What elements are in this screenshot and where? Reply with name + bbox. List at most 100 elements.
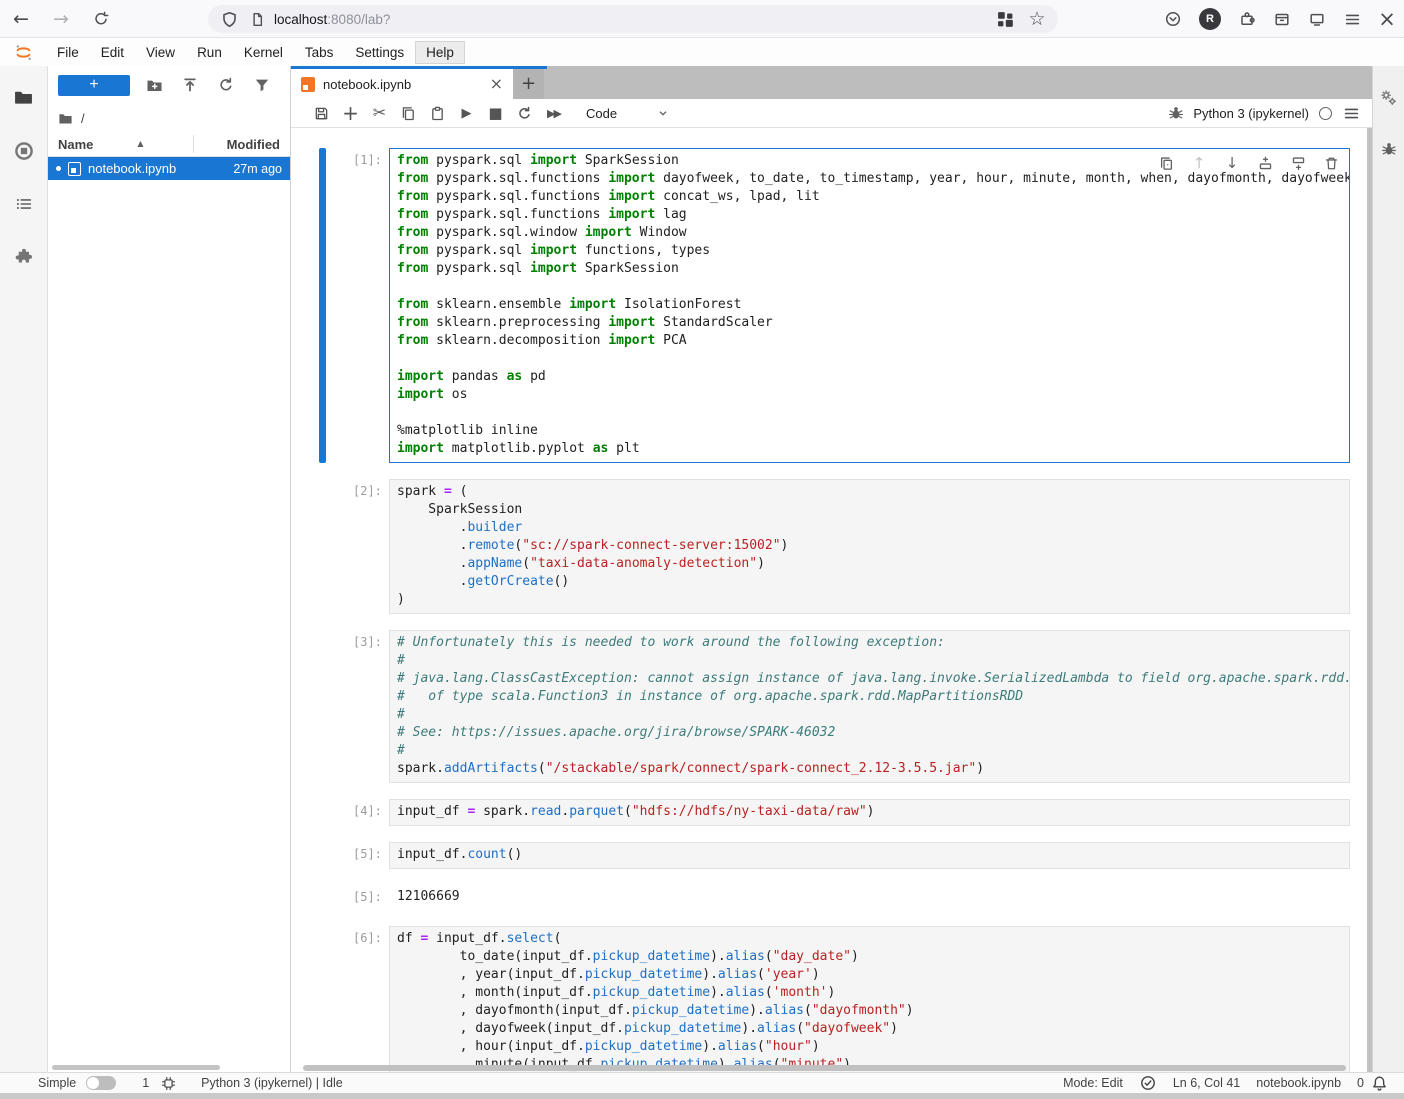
chevron-down-icon	[656, 106, 670, 120]
cell-collapser[interactable]	[319, 630, 326, 783]
cell-editor[interactable]: df = input_df.select( to_date(input_df.p…	[389, 926, 1350, 1072]
menu-item-run[interactable]: Run	[186, 41, 233, 64]
cursor-position[interactable]: Ln 6, Col 41	[1173, 1076, 1240, 1090]
cell-editor[interactable]: spark = ( SparkSession .builder .remote(…	[389, 479, 1350, 614]
refresh-icon[interactable]	[217, 76, 235, 94]
reload-icon[interactable]	[92, 10, 110, 28]
file-row[interactable]: notebook.ipynb 27m ago	[48, 157, 290, 180]
extensions-icon[interactable]	[1238, 10, 1256, 28]
output-prompt: [5]:	[334, 885, 389, 910]
devices-icon[interactable]	[1308, 10, 1326, 28]
menu-item-tabs[interactable]: Tabs	[294, 41, 345, 64]
pocket-icon[interactable]	[1164, 10, 1182, 28]
menu-item-view[interactable]: View	[135, 41, 186, 64]
menu-item-file[interactable]: File	[46, 41, 90, 64]
cell-collapser[interactable]	[319, 842, 326, 869]
file-browser-hscrollbar[interactable]	[52, 1065, 220, 1070]
menu-item-settings[interactable]: Settings	[344, 41, 415, 64]
toolbar-menu-icon[interactable]	[1342, 104, 1360, 122]
kernel-status-text[interactable]: Python 3 (ipykernel) | Idle	[201, 1076, 343, 1090]
downloads-icon[interactable]	[1273, 10, 1291, 28]
close-icon[interactable]: ×	[1378, 9, 1396, 30]
new-folder-icon[interactable]	[145, 76, 163, 94]
cell-delete-icon[interactable]	[1322, 154, 1340, 172]
horizontal-scrollbar[interactable]	[303, 1065, 1346, 1071]
add-cell-icon[interactable]: +	[336, 103, 365, 123]
back-icon[interactable]: ←	[12, 10, 30, 29]
cell-collapser[interactable]	[319, 885, 326, 910]
simple-mode-toggle[interactable]	[86, 1076, 116, 1090]
cell-duplicate-icon[interactable]	[1157, 154, 1175, 172]
code-line: # of type scala.Function3 in instance of…	[397, 688, 1349, 706]
breadcrumb[interactable]: /	[48, 104, 290, 132]
code-line: import os	[397, 386, 1349, 404]
running-icon[interactable]	[14, 141, 34, 161]
bell-icon[interactable]	[1370, 1074, 1388, 1092]
save-icon[interactable]	[307, 103, 336, 123]
url-bar[interactable]: localhost:8080/lab? ☆	[208, 5, 1058, 33]
column-name[interactable]: Name	[58, 137, 93, 152]
page-icon[interactable]	[248, 10, 266, 28]
code-line: from sklearn.decomposition import PCA	[397, 332, 1349, 350]
cell-editor[interactable]: from pyspark.sql import SparkSessionfrom…	[389, 148, 1350, 463]
filter-icon[interactable]	[253, 76, 271, 94]
mode-indicator[interactable]: Mode: Edit	[1063, 1076, 1123, 1090]
cell-insert-below-icon[interactable]	[1289, 154, 1307, 172]
jupyter-logo-icon	[14, 43, 33, 62]
cell-editor[interactable]: input_df.count()	[389, 842, 1350, 869]
upload-icon[interactable]	[181, 76, 199, 94]
folder-icon	[58, 111, 73, 126]
menu-item-edit[interactable]: Edit	[90, 41, 135, 64]
kernel-name[interactable]: Python 3 (ipykernel)	[1193, 106, 1309, 121]
tab-notebook[interactable]: notebook.ipynb ×	[291, 69, 513, 99]
run-all-icon[interactable]: ▶▶	[539, 103, 568, 123]
code-line: # java.lang.ClassCastException: cannot a…	[397, 670, 1349, 688]
shield-icon[interactable]	[220, 10, 238, 28]
copy-icon[interactable]	[394, 103, 423, 123]
files-icon[interactable]	[14, 88, 33, 107]
cell-collapser[interactable]	[319, 148, 326, 463]
star-icon[interactable]: ☆	[1028, 10, 1046, 29]
debugger-bug-icon[interactable]	[1167, 104, 1185, 122]
kernel-status-icon[interactable]	[1319, 107, 1332, 120]
cell-down-icon[interactable]: ↓	[1223, 154, 1241, 172]
menu-item-help[interactable]: Help	[415, 41, 465, 64]
puzzle-icon[interactable]	[15, 247, 33, 265]
menu-item-kernel[interactable]: Kernel	[233, 41, 294, 64]
file-browser: + / Name ▲ Modified notebook.ipynb 27m a…	[48, 66, 290, 1072]
stop-icon[interactable]: ■	[481, 103, 510, 123]
simple-mode-label: Simple	[38, 1076, 76, 1090]
bug-icon[interactable]	[1380, 140, 1398, 158]
trust-shield-icon[interactable]	[1139, 1074, 1157, 1092]
new-launcher-button[interactable]: +	[58, 75, 130, 96]
restart-icon[interactable]	[510, 103, 539, 123]
code-line	[397, 404, 1349, 422]
menu-icon[interactable]	[1343, 10, 1361, 28]
account-icon[interactable]: R	[1199, 8, 1221, 30]
cell-collapser[interactable]	[319, 799, 326, 826]
cell-collapser[interactable]	[319, 479, 326, 614]
forward-icon[interactable]: →	[52, 10, 70, 29]
gears-icon[interactable]	[1380, 88, 1398, 106]
cell-editor[interactable]: input_df = spark.read.parquet("hdfs://hd…	[389, 799, 1350, 826]
vertical-scrollbar[interactable]	[1367, 128, 1372, 1072]
new-tab-button[interactable]: +	[513, 69, 544, 99]
paste-icon[interactable]	[423, 103, 452, 123]
tab-close-icon[interactable]: ×	[490, 76, 503, 92]
cell-collapser[interactable]	[319, 926, 326, 1072]
file-list-header[interactable]: Name ▲ Modified	[48, 132, 290, 157]
code-line: spark.addArtifacts("/stackable/spark/con…	[397, 760, 1349, 778]
cell-type-select[interactable]: Code	[582, 104, 674, 123]
chip-icon[interactable]	[159, 1074, 177, 1092]
toc-icon[interactable]	[15, 195, 33, 213]
grid-icon[interactable]	[996, 10, 1014, 28]
cell-insert-above-icon[interactable]	[1256, 154, 1274, 172]
run-icon[interactable]: ▶	[452, 103, 481, 123]
cell-up-icon[interactable]: ↑	[1190, 154, 1208, 172]
column-modified[interactable]: Modified	[227, 137, 280, 152]
cut-icon[interactable]: ✂	[365, 103, 394, 123]
code-line: # See: https://issues.apache.org/jira/br…	[397, 724, 1349, 742]
terminal-count[interactable]: 1	[142, 1076, 149, 1090]
notification-count[interactable]: 0	[1357, 1076, 1364, 1090]
cell-editor[interactable]: # Unfortunately this is needed to work a…	[389, 630, 1350, 783]
